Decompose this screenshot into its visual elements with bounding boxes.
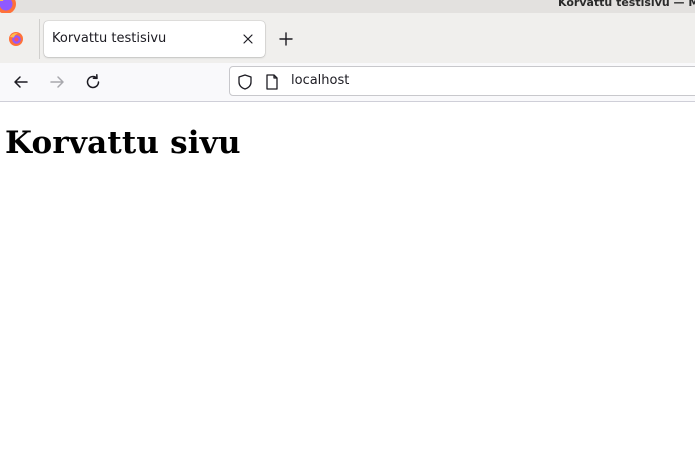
reload-button[interactable] <box>83 72 103 92</box>
back-button[interactable] <box>11 72 31 92</box>
tab-strip: Korvattu testisivu <box>0 13 695 63</box>
shield-icon[interactable] <box>236 73 254 91</box>
address-bar[interactable]: localhost <box>229 66 695 96</box>
new-tab-button[interactable] <box>277 30 295 48</box>
tab-separator <box>39 19 40 59</box>
tab-active[interactable]: Korvattu testisivu <box>44 21 265 57</box>
firefox-app-icon <box>0 0 16 13</box>
url-input[interactable]: localhost <box>291 73 349 88</box>
browser-window: Korvattu testisivu — M Korvattu testisiv… <box>0 0 695 474</box>
page-content: Korvattu sivu <box>0 102 695 474</box>
page-icon[interactable] <box>264 73 280 91</box>
forward-button[interactable] <box>47 72 67 92</box>
navigation-toolbar: localhost <box>0 63 695 101</box>
page-heading: Korvattu sivu <box>5 125 241 161</box>
window-title: Korvattu testisivu — M <box>558 0 695 9</box>
firefox-view-icon[interactable] <box>8 31 24 47</box>
tab-title: Korvattu testisivu <box>52 31 167 46</box>
close-tab-icon[interactable] <box>241 32 255 46</box>
title-bar: Korvattu testisivu — M <box>0 0 695 13</box>
